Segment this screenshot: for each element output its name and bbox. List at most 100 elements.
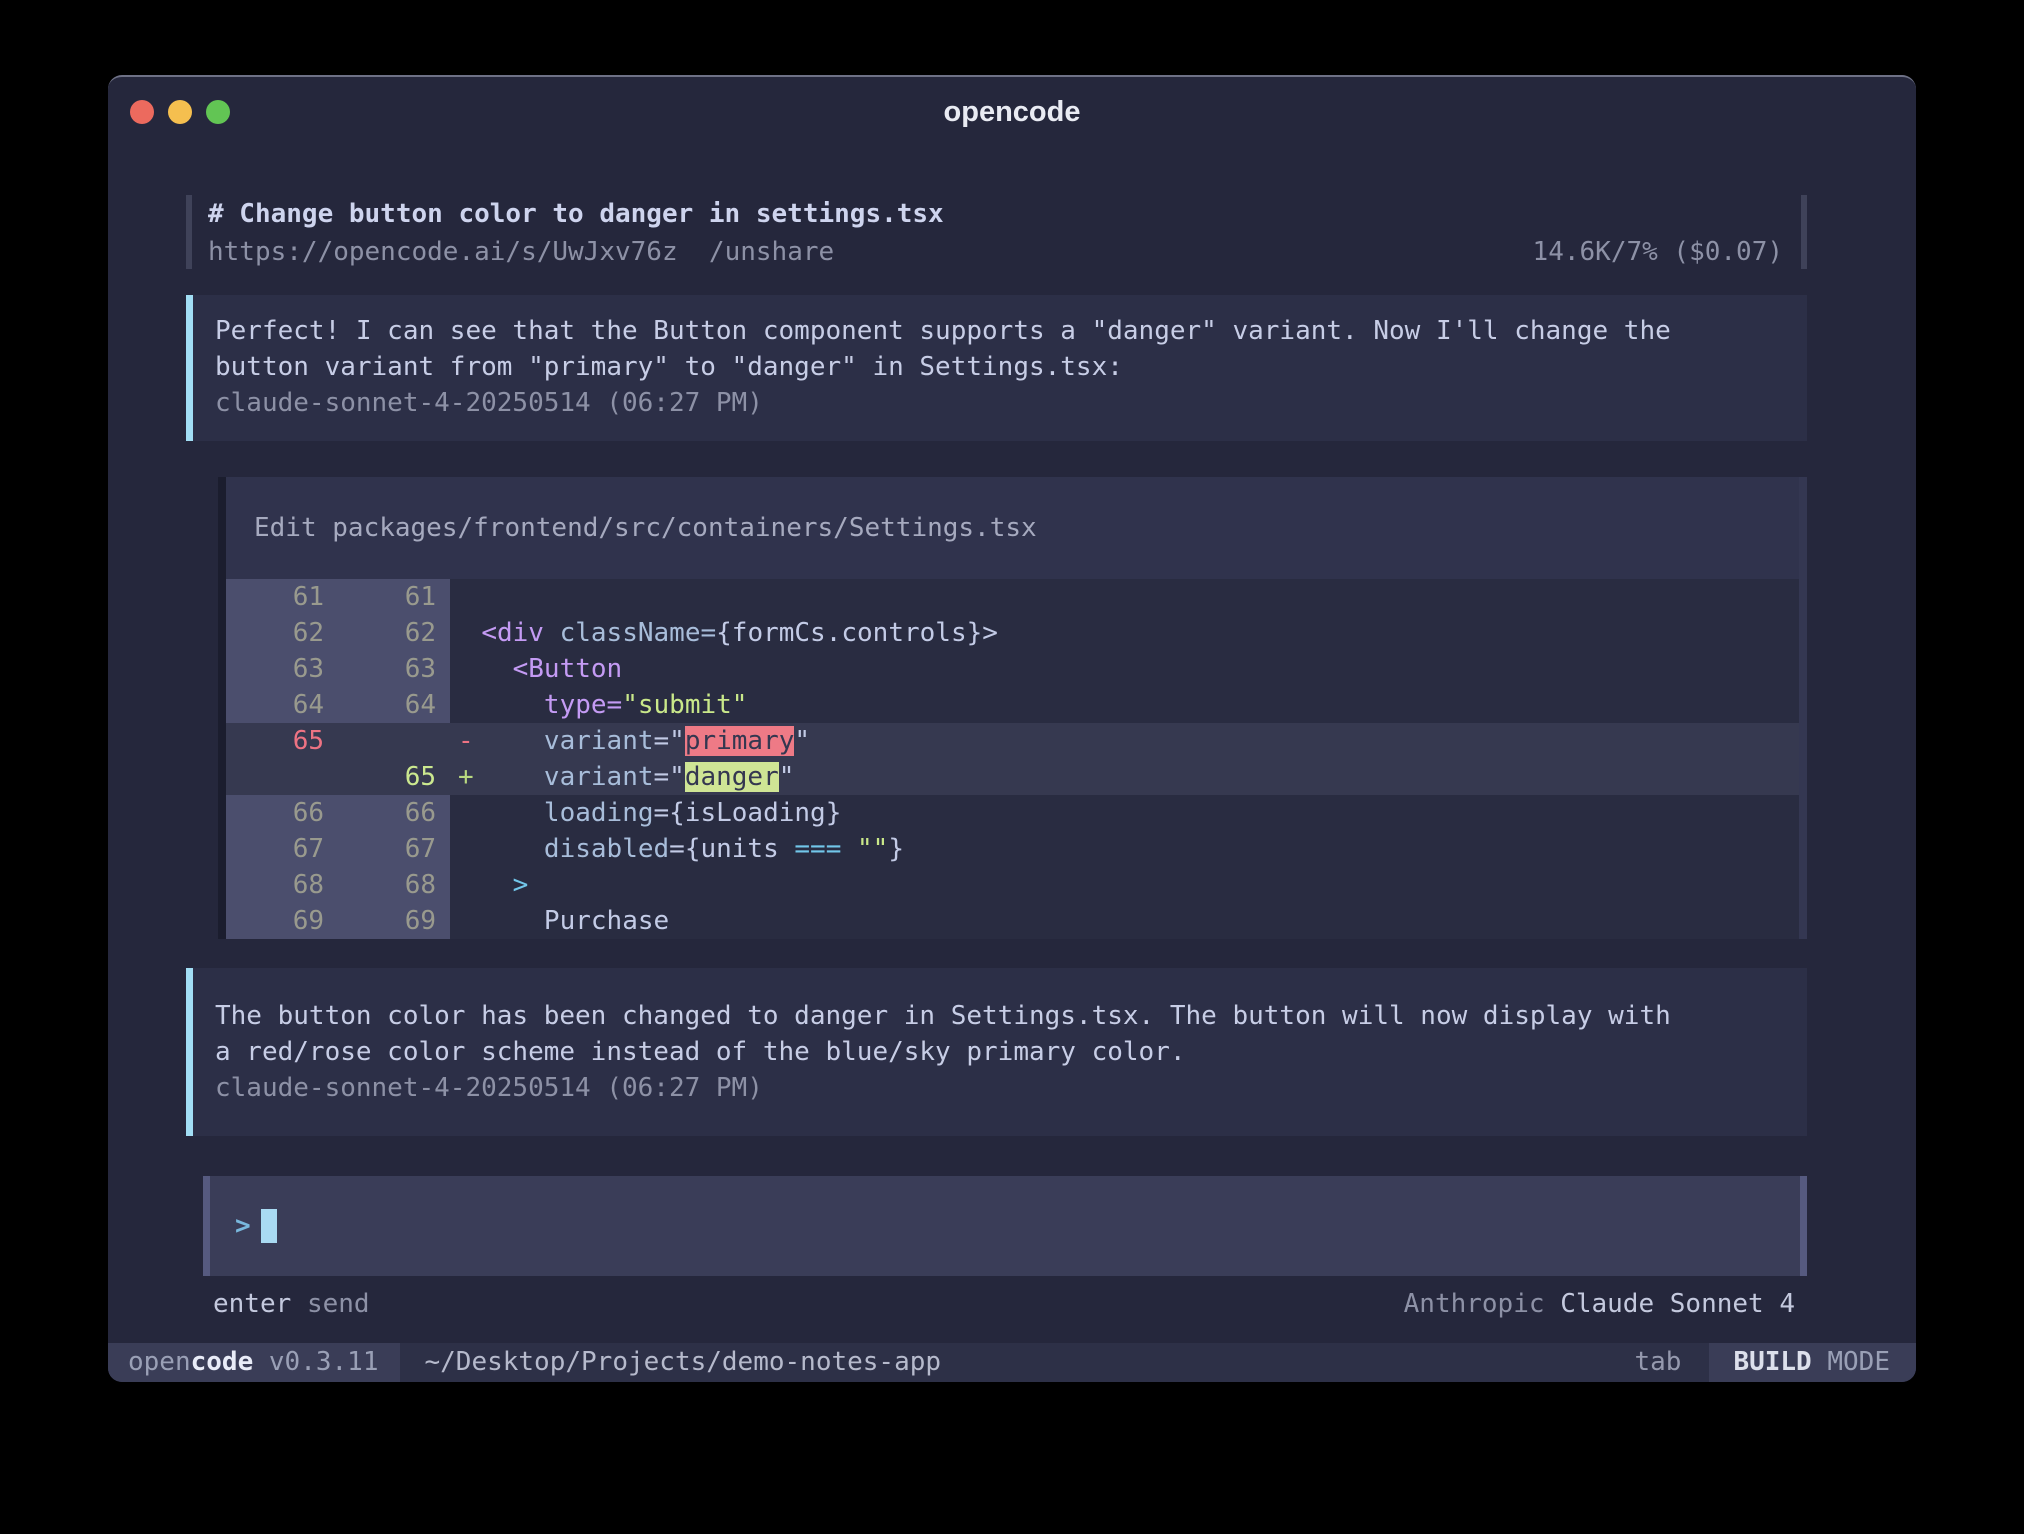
prompt-symbol: > bbox=[235, 1211, 251, 1241]
statusbar-spacer bbox=[941, 1343, 1634, 1382]
code-token: = bbox=[700, 618, 716, 648]
code-token bbox=[841, 834, 857, 864]
assistant-message-2: The button color has been changed to dan… bbox=[186, 968, 1807, 1136]
mode-build-label: BUILD bbox=[1733, 1343, 1811, 1382]
share-gap bbox=[678, 237, 709, 267]
code-token: loading bbox=[544, 798, 654, 828]
diff-row: 6363 <Button bbox=[226, 651, 1799, 687]
code-token: " bbox=[779, 762, 795, 792]
diff-code-line: disabled={units === ""} bbox=[450, 831, 1799, 867]
code-token: = bbox=[654, 762, 670, 792]
old-line-number: 68 bbox=[226, 867, 338, 903]
diff-gutter: 6363 bbox=[226, 651, 450, 687]
diff-row: 6868 > bbox=[226, 867, 1799, 903]
text-cursor bbox=[261, 1209, 277, 1243]
message-lines: The button color has been changed to dan… bbox=[215, 998, 1783, 1070]
diff-gutter: 6767 bbox=[226, 831, 450, 867]
diff-code-line bbox=[450, 579, 1799, 615]
code-token: "" bbox=[857, 834, 888, 864]
model-indicator: Anthropic Claude Sonnet 4 bbox=[1404, 1288, 1795, 1320]
new-line-number: 66 bbox=[338, 795, 450, 831]
zoom-window-button[interactable] bbox=[206, 100, 230, 124]
share-url[interactable]: https://opencode.ai/s/UwJxv76z bbox=[208, 237, 678, 267]
model-timestamp: claude-sonnet-4-20250514 (06:27 PM) bbox=[215, 1070, 1783, 1106]
edit-tool-block: Edit packages/frontend/src/containers/Se… bbox=[218, 477, 1807, 939]
code-token bbox=[450, 654, 513, 684]
new-line-number bbox=[338, 723, 450, 759]
diff-view: 61616262 <div className={formCs.controls… bbox=[226, 579, 1799, 939]
minimize-window-button[interactable] bbox=[168, 100, 192, 124]
code-token bbox=[450, 870, 513, 900]
diff-gutter: 6464 bbox=[226, 687, 450, 723]
old-line-number: 62 bbox=[226, 615, 338, 651]
diff-row: 6666 loading={isLoading} bbox=[226, 795, 1799, 831]
old-line-number: 61 bbox=[226, 579, 338, 615]
code-token bbox=[450, 834, 544, 864]
diff-gutter: 6868 bbox=[226, 867, 450, 903]
code-token: " bbox=[669, 762, 685, 792]
code-token: <Button bbox=[513, 654, 623, 684]
code-token: } bbox=[888, 834, 904, 864]
new-line-number: 61 bbox=[338, 579, 450, 615]
provider-label: Anthropic bbox=[1404, 1289, 1545, 1319]
edit-tool-header: Edit packages/frontend/src/containers/Se… bbox=[226, 477, 1799, 579]
app-version-segment: opencode v0.3.11 bbox=[108, 1343, 400, 1382]
mode-gap bbox=[1812, 1343, 1828, 1382]
diff-row: 65+ variant="danger" bbox=[226, 759, 1799, 795]
unshare-command[interactable]: /unshare bbox=[709, 237, 834, 267]
code-token: type bbox=[544, 690, 607, 720]
session-header: # Change button color to danger in setti… bbox=[186, 195, 1807, 269]
code-token: danger bbox=[685, 762, 779, 792]
new-line-number: 64 bbox=[338, 687, 450, 723]
diff-row: 6262 <div className={formCs.controls}> bbox=[226, 615, 1799, 651]
hint-gap bbox=[1545, 1289, 1561, 1319]
code-token: <div bbox=[481, 618, 544, 648]
session-subtitle-row: https://opencode.ai/s/UwJxv76z /unshare … bbox=[208, 235, 1783, 269]
prompt-input[interactable]: > bbox=[203, 1176, 1807, 1276]
tui-content: # Change button color to danger in setti… bbox=[108, 195, 1916, 1320]
code-token: primary bbox=[685, 726, 795, 756]
old-line-number: 64 bbox=[226, 687, 338, 723]
diff-row: 6161 bbox=[226, 579, 1799, 615]
added-line-marker: + bbox=[458, 759, 474, 795]
code-token: variant bbox=[544, 726, 654, 756]
diff-gutter: 6262 bbox=[226, 615, 450, 651]
title-bar: opencode bbox=[108, 77, 1916, 147]
diff-code-line: <div className={formCs.controls}> bbox=[450, 615, 1799, 651]
app-name-code: code bbox=[191, 1343, 254, 1382]
working-directory: ~/Desktop/Projects/demo-notes-app bbox=[424, 1343, 941, 1382]
assistant-message-1: Perfect! I can see that the Button compo… bbox=[186, 295, 1807, 441]
code-token: = bbox=[669, 834, 685, 864]
new-line-number: 67 bbox=[338, 831, 450, 867]
code-token: = bbox=[654, 726, 670, 756]
diff-code-line: <Button bbox=[450, 651, 1799, 687]
token-usage: 14.6K/7% ($0.07) bbox=[1533, 235, 1783, 269]
app-version: v0.3.11 bbox=[253, 1343, 378, 1382]
diff-row: 6464 type="submit" bbox=[226, 687, 1799, 723]
diff-code-line: Purchase bbox=[450, 903, 1799, 939]
diff-gutter: 6969 bbox=[226, 903, 450, 939]
mode-word-label: MODE bbox=[1827, 1343, 1890, 1382]
code-token: > bbox=[513, 870, 529, 900]
code-token: {units bbox=[685, 834, 795, 864]
code-token bbox=[450, 798, 544, 828]
close-window-button[interactable] bbox=[130, 100, 154, 124]
mode-segment[interactable]: BUILD MODE bbox=[1709, 1343, 1916, 1382]
diff-row: 6767 disabled={units === ""} bbox=[226, 831, 1799, 867]
tab-hint: tab bbox=[1634, 1343, 1681, 1382]
new-line-number: 68 bbox=[338, 867, 450, 903]
new-line-number: 62 bbox=[338, 615, 450, 651]
model-timestamp: claude-sonnet-4-20250514 (06:27 PM) bbox=[215, 385, 1783, 421]
session-title: # Change button color to danger in setti… bbox=[208, 197, 1783, 231]
code-token bbox=[544, 618, 560, 648]
code-token: {formCs.controls}> bbox=[716, 618, 998, 648]
code-token: " bbox=[669, 726, 685, 756]
message-text-line: a red/rose color scheme instead of the b… bbox=[215, 1034, 1783, 1070]
code-token: disabled bbox=[544, 834, 669, 864]
code-token bbox=[450, 618, 481, 648]
new-line-number: 69 bbox=[338, 903, 450, 939]
status-bar: opencode v0.3.11 ~/Desktop/Projects/demo… bbox=[108, 1343, 1916, 1382]
share-row: https://opencode.ai/s/UwJxv76z /unshare bbox=[208, 235, 834, 269]
code-token: {isLoading} bbox=[669, 798, 841, 828]
old-line-number: 67 bbox=[226, 831, 338, 867]
